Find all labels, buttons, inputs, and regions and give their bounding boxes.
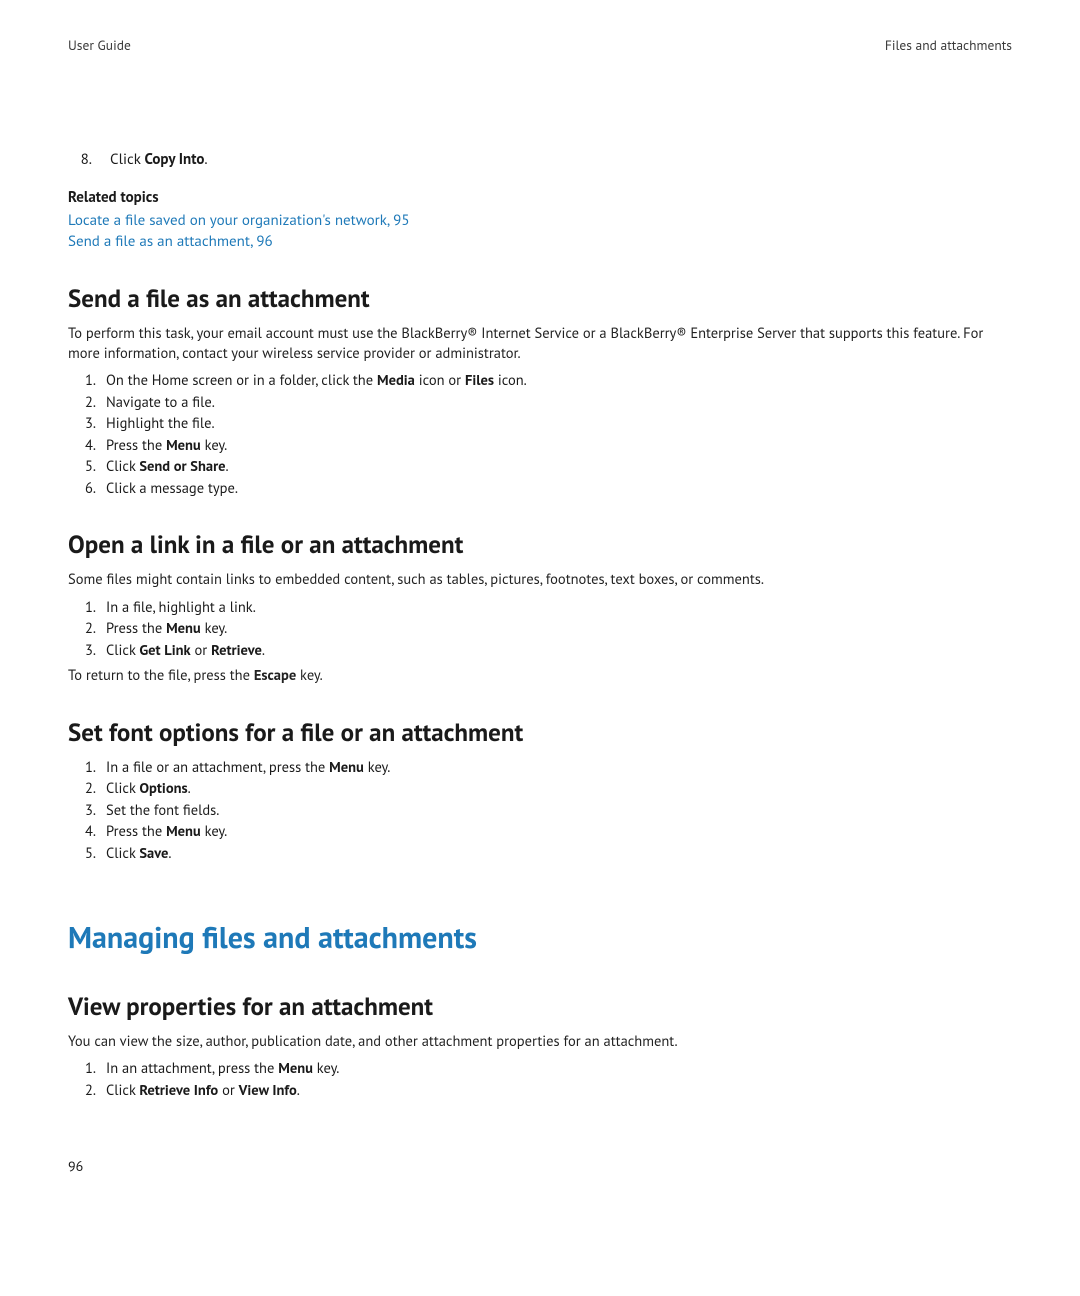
step-text: Click xyxy=(106,1081,139,1100)
after-text: key. xyxy=(296,666,323,685)
list-item: Press the Menu key. xyxy=(68,822,1012,842)
step-text: or xyxy=(218,1081,238,1100)
step-text: . xyxy=(168,844,171,863)
step-8: 8. Click Copy Into. xyxy=(68,150,1012,170)
step-text: Click a message type. xyxy=(106,479,238,498)
chapter-title: Managing files and attachments xyxy=(68,918,1012,959)
running-header: User Guide Files and attachments xyxy=(68,36,1012,54)
list-item: In a file or an attachment, press the Me… xyxy=(68,758,1012,778)
step-bold: Send or Share xyxy=(139,457,225,476)
step-text: . xyxy=(262,641,265,660)
step-text: Highlight the file. xyxy=(106,414,215,433)
step-text: In a file or an attachment, press the xyxy=(106,758,329,777)
step-text: . xyxy=(188,779,191,798)
header-left: User Guide xyxy=(68,36,131,54)
section-open-intro: Some files might contain links to embedd… xyxy=(68,570,1012,590)
step-8-bold: Copy Into xyxy=(145,150,205,169)
list-item: Press the Menu key. xyxy=(68,436,1012,456)
step-text: icon. xyxy=(494,371,527,390)
step-text: key. xyxy=(201,619,228,638)
page-number: 96 xyxy=(68,1157,83,1176)
step-text: Click xyxy=(106,779,139,798)
section-send-title: Send a file as an attachment xyxy=(68,282,1012,316)
step-text: Press the xyxy=(106,436,166,455)
section-send-intro: To perform this task, your email account… xyxy=(68,324,1012,363)
page: User Guide Files and attachments 8. Clic… xyxy=(0,0,1080,1296)
list-item: Navigate to a file. xyxy=(68,393,1012,413)
step-text: Click xyxy=(106,457,139,476)
section-view-intro: You can view the size, author, publicati… xyxy=(68,1032,1012,1052)
step-text: Click xyxy=(106,844,139,863)
section-view-title: View properties for an attachment xyxy=(68,990,1012,1024)
step-8-text-pre: Click xyxy=(110,150,144,169)
related-link-1[interactable]: Locate a file saved on your organization… xyxy=(68,211,410,230)
step-text: In a file, highlight a link. xyxy=(106,598,256,617)
section-open-title: Open a link in a file or an attachment xyxy=(68,528,1012,562)
related-topics-links: Locate a file saved on your organization… xyxy=(68,211,1012,253)
step-bold: Retrieve Info xyxy=(139,1081,218,1100)
step-bold: Files xyxy=(465,371,494,390)
list-item: Click Options. xyxy=(68,779,1012,799)
step-bold: Retrieve xyxy=(211,641,262,660)
step-text: key. xyxy=(201,822,228,841)
step-text: key. xyxy=(201,436,228,455)
step-text: or xyxy=(191,641,211,660)
step-bold: Get Link xyxy=(139,641,190,660)
after-bold: Escape xyxy=(254,666,296,685)
list-item: Click Retrieve Info or View Info. xyxy=(68,1081,1012,1101)
list-item: In an attachment, press the Menu key. xyxy=(68,1059,1012,1079)
step-text: Click xyxy=(106,641,139,660)
list-item: Press the Menu key. xyxy=(68,619,1012,639)
list-item: Highlight the file. xyxy=(68,414,1012,434)
step-text: . xyxy=(226,457,229,476)
step-text: On the Home screen or in a folder, click… xyxy=(106,371,377,390)
step-bold: Menu xyxy=(166,822,201,841)
list-item: Set the font fields. xyxy=(68,801,1012,821)
section-font-title: Set font options for a file or an attach… xyxy=(68,716,1012,750)
related-topics-heading: Related topics xyxy=(68,188,1012,208)
list-item: Click Save. xyxy=(68,844,1012,864)
step-text: Press the xyxy=(106,619,166,638)
step-text: In an attachment, press the xyxy=(106,1059,278,1078)
step-bold: Save xyxy=(139,844,168,863)
step-8-text-post: . xyxy=(204,150,207,169)
section-view-steps: In an attachment, press the Menu key. Cl… xyxy=(68,1059,1012,1100)
list-item: On the Home screen or in a folder, click… xyxy=(68,371,1012,391)
header-right: Files and attachments xyxy=(885,36,1012,54)
after-text: To return to the file, press the xyxy=(68,666,254,685)
list-item: In a file, highlight a link. xyxy=(68,598,1012,618)
section-font-steps: In a file or an attachment, press the Me… xyxy=(68,758,1012,864)
step-bold: Menu xyxy=(278,1059,313,1078)
step-text: . xyxy=(297,1081,300,1100)
step-text: Navigate to a file. xyxy=(106,393,215,412)
step-bold: Media xyxy=(377,371,415,390)
list-item: Click a message type. xyxy=(68,479,1012,499)
step-8-number: 8. xyxy=(68,150,92,170)
related-link-2[interactable]: Send a file as an attachment, 96 xyxy=(68,232,273,251)
step-text: icon or xyxy=(415,371,465,390)
step-bold: Menu xyxy=(329,758,364,777)
section-open-after: To return to the file, press the Escape … xyxy=(68,666,1012,686)
step-bold: Menu xyxy=(166,619,201,638)
section-open-steps: In a file, highlight a link. Press the M… xyxy=(68,598,1012,661)
step-bold: View Info xyxy=(239,1081,297,1100)
list-item: Click Send or Share. xyxy=(68,457,1012,477)
section-send-steps: On the Home screen or in a folder, click… xyxy=(68,371,1012,498)
step-bold: Options xyxy=(139,779,187,798)
step-text: key. xyxy=(313,1059,340,1078)
step-text: Set the font fields. xyxy=(106,801,219,820)
step-text: key. xyxy=(364,758,391,777)
step-text: Press the xyxy=(106,822,166,841)
step-bold: Menu xyxy=(166,436,201,455)
list-item: Click Get Link or Retrieve. xyxy=(68,641,1012,661)
